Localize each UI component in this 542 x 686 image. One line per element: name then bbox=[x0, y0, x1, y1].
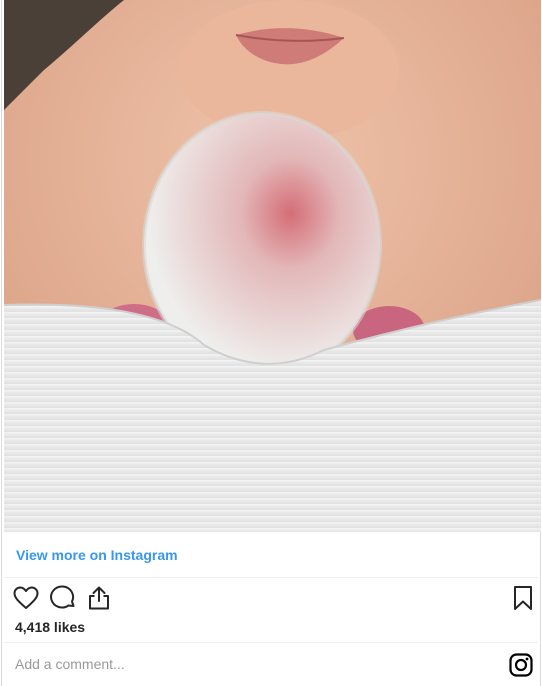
divider bbox=[4, 642, 538, 643]
post-photo[interactable] bbox=[4, 0, 541, 532]
bookmark-icon[interactable] bbox=[509, 584, 537, 612]
share-icon[interactable] bbox=[85, 584, 113, 612]
view-more-link[interactable]: View more on Instagram bbox=[16, 547, 178, 563]
instagram-icon[interactable] bbox=[508, 652, 534, 678]
divider bbox=[4, 577, 538, 578]
instagram-embed: View more on Instagram 4,418 likes Add a… bbox=[1, 0, 541, 686]
heart-icon[interactable] bbox=[12, 584, 40, 612]
comment-icon[interactable] bbox=[49, 584, 77, 612]
comment-input[interactable]: Add a comment... bbox=[15, 656, 485, 672]
post-photo-illustration bbox=[4, 0, 541, 532]
likes-count[interactable]: 4,418 likes bbox=[15, 619, 85, 635]
